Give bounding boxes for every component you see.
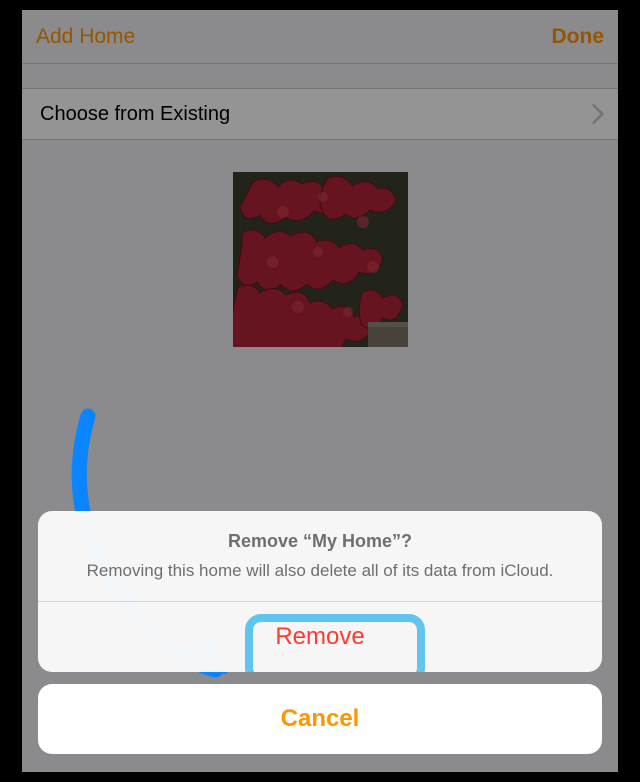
cancel-panel: Cancel [38, 684, 602, 754]
cancel-button[interactable]: Cancel [38, 684, 602, 754]
action-sheet-header: Remove “My Home”? Removing this home wil… [38, 511, 602, 601]
action-sheet-title: Remove “My Home”? [58, 531, 582, 552]
action-sheet-panel: Remove “My Home”? Removing this home wil… [38, 511, 602, 672]
remove-button[interactable]: Remove [38, 602, 602, 672]
action-sheet-message: Removing this home will also delete all … [58, 560, 582, 583]
action-sheet: Remove “My Home”? Removing this home wil… [38, 511, 602, 754]
